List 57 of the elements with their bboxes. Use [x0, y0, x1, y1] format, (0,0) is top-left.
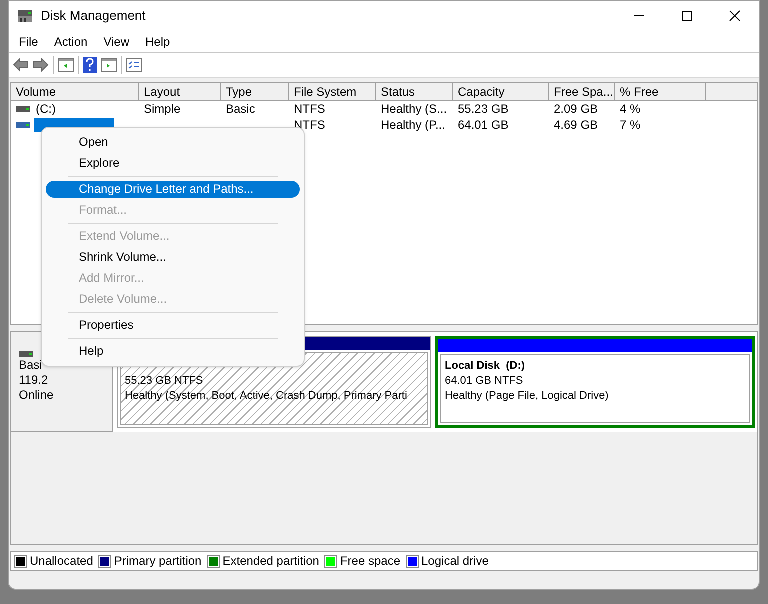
table-cell-text: Basic	[226, 101, 256, 118]
column-header[interactable]: Layout	[139, 83, 221, 102]
column-header[interactable]: % Free	[615, 83, 706, 102]
disk-size: 119.2	[19, 373, 48, 388]
close-icon[interactable]	[729, 10, 741, 22]
legend-label: Free space	[340, 553, 400, 570]
table-cell-text: 4.69 GB	[554, 117, 598, 134]
table-cell-text: Healthy (P...	[381, 117, 446, 134]
table-cell-text: NTFS	[294, 101, 326, 118]
back-arrow-icon[interactable]	[13, 58, 29, 72]
forward-arrow-icon[interactable]	[33, 58, 49, 72]
disk-drive-icon	[17, 9, 33, 24]
table-cell-text: 55.23 GB	[458, 101, 509, 118]
column-header[interactable]: Status	[376, 83, 453, 102]
menu-item[interactable]: Properties	[46, 317, 300, 334]
window-title: Disk Management	[41, 7, 146, 26]
table-cell-text: 4 %	[620, 101, 641, 118]
legend-label: Logical drive	[422, 553, 489, 570]
disk-drive-icon	[19, 350, 35, 358]
partition-status: Healthy (Page File, Logical Drive)	[445, 389, 610, 404]
table-cell-text: 2.09 GB	[554, 101, 598, 118]
column-header[interactable]: Free Spa...	[549, 83, 615, 102]
menu-item[interactable]: Help	[138, 32, 178, 51]
menu-item[interactable]: View	[96, 32, 138, 51]
menu-item[interactable]: Open	[46, 134, 300, 151]
menu-item[interactable]: File	[11, 32, 46, 51]
disk-state: Online	[19, 388, 54, 404]
maximize-icon[interactable]	[681, 10, 693, 22]
column-header[interactable]: File System	[289, 83, 376, 102]
column-header[interactable]: Volume	[11, 83, 139, 102]
partition-block[interactable]: Local Disk (D:) 64.01 GB NTFS Healthy (Page File, Logical Drive)	[435, 336, 755, 428]
table-cell-text: 7 %	[620, 117, 641, 134]
legend-label: Primary partition	[114, 553, 202, 570]
volume-icon	[16, 122, 30, 128]
partition-status: Healthy (System, Boot, Active, Crash Dump, Primary Parti	[125, 389, 408, 404]
drive-label[interactable]: (C:)	[34, 100, 58, 118]
column-header[interactable]: Capacity	[453, 83, 549, 102]
table-cell-text: NTFS	[294, 117, 326, 134]
volume-icon	[16, 106, 30, 112]
partition-size: 64.01 GB NTFS	[445, 374, 524, 390]
disk-type: Basi	[19, 358, 42, 374]
table-cell-text: Simple	[144, 101, 181, 118]
table-cell-text: Healthy (S...	[381, 101, 448, 118]
legend-label: Extended partition	[222, 553, 320, 570]
menu-item[interactable]: Action	[46, 32, 96, 51]
partition-size: 55.23 GB NTFS	[125, 374, 204, 390]
checklist-icon[interactable]	[126, 58, 142, 72]
table-cell-text: 64.01 GB	[458, 117, 509, 134]
column-header[interactable]: Type	[221, 83, 289, 102]
menu-item[interactable]: Change Drive Letter and Paths...	[46, 181, 300, 198]
legend-label: Unallocated	[30, 553, 94, 570]
help-icon[interactable]	[83, 56, 97, 73]
console-tree-icon[interactable]	[58, 58, 74, 72]
menu-item[interactable]: Shrink Volume...	[46, 249, 300, 266]
action-pane-icon[interactable]	[101, 58, 117, 72]
menu-item[interactable]: Explore	[46, 155, 300, 172]
partition-name: Local Disk (D:)	[445, 359, 526, 374]
